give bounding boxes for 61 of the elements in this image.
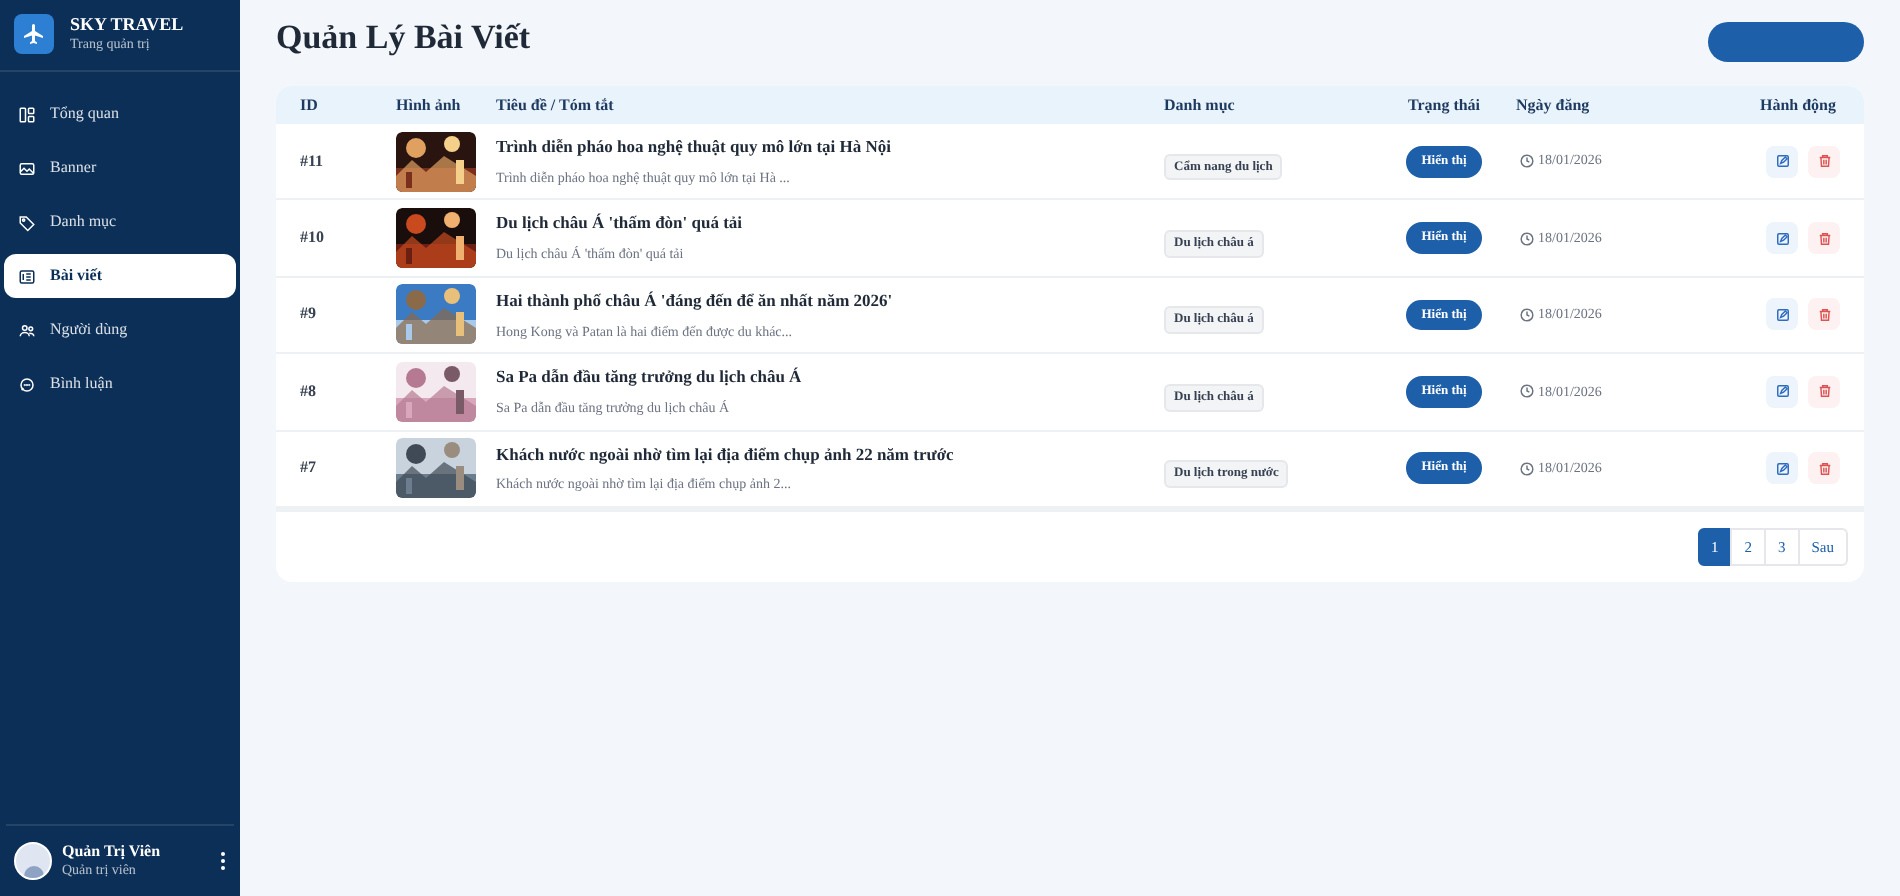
- article-icon: [18, 267, 36, 285]
- sidebar-item[interactable]: Banner: [4, 146, 236, 190]
- edit-button[interactable]: [1766, 145, 1798, 178]
- page-title: Quản Lý Bài Viết: [276, 16, 531, 61]
- sidebar-item[interactable]: Bài viết: [4, 254, 236, 298]
- sidebar-item[interactable]: Danh mục: [4, 200, 236, 244]
- image-icon: [18, 159, 36, 177]
- delete-button[interactable]: [1808, 222, 1840, 255]
- edit-button[interactable]: [1766, 222, 1798, 255]
- post-id: #10: [300, 226, 326, 251]
- post-title: Sa Pa dẫn đầu tăng trưởng du lịch châu Á: [496, 364, 804, 390]
- column-header: Tiêu đề / Tóm tắt: [496, 93, 616, 117]
- clock-icon: [1520, 154, 1534, 169]
- brand-name: SKY TRAVEL: [70, 14, 184, 37]
- edit-icon: [1775, 384, 1789, 399]
- edit-button[interactable]: [1766, 452, 1798, 485]
- more-icon[interactable]: [220, 852, 226, 870]
- dashboard-icon: [18, 105, 36, 123]
- edit-icon: [1775, 461, 1789, 476]
- edit-button[interactable]: [1766, 375, 1798, 408]
- clock-icon: [1520, 384, 1534, 399]
- column-header: Hành động: [1759, 93, 1838, 117]
- post-title: Khách nước ngoài nhờ tìm lại địa điểm chụp ảnh 22 năm trước: [496, 441, 956, 467]
- add-button[interactable]: [1708, 21, 1864, 61]
- trash-icon: [1817, 384, 1831, 399]
- sidebar-item[interactable]: Bình luận: [4, 362, 236, 406]
- user-name: Quản Trị Viên: [62, 842, 163, 863]
- edit-button[interactable]: [1766, 298, 1798, 331]
- users-icon: [18, 321, 36, 339]
- post-id: #9: [300, 302, 318, 327]
- delete-button[interactable]: [1808, 145, 1840, 178]
- column-header: Trạng thái: [1407, 93, 1481, 117]
- post-id: #8: [300, 379, 318, 404]
- column-header: Danh mục: [1164, 93, 1237, 117]
- logo-icon: [14, 14, 54, 54]
- trash-icon: [1817, 154, 1831, 169]
- trash-icon: [1817, 231, 1831, 246]
- chat-icon: [18, 375, 36, 393]
- delete-button[interactable]: [1808, 298, 1840, 331]
- delete-button[interactable]: [1808, 452, 1840, 485]
- post-id: #11: [300, 149, 326, 174]
- trash-icon: [1817, 461, 1831, 476]
- avatar: [14, 842, 52, 880]
- sidebar-item[interactable]: Người dùng: [4, 308, 236, 352]
- post-title: Du lịch châu Á 'thấm đòn' quá tải: [496, 210, 745, 237]
- column-header: Hình ảnh: [396, 93, 463, 117]
- edit-icon: [1775, 154, 1789, 169]
- column-header: Ngày đăng: [1516, 93, 1592, 117]
- post-title: Trình diễn pháo hoa nghệ thuật quy mô lớn tại Hà Nội: [496, 134, 894, 160]
- sidebar-item[interactable]: Tổng quan: [4, 92, 236, 136]
- clock-icon: [1520, 231, 1534, 246]
- post-title: Hai thành phố châu Á 'đáng đến để ăn nhất năm 2026': [496, 287, 895, 314]
- clock-icon: [1520, 461, 1534, 476]
- post-id: #7: [300, 456, 318, 481]
- trash-icon: [1817, 307, 1831, 322]
- edit-icon: [1775, 231, 1789, 246]
- tag-icon: [18, 213, 36, 231]
- edit-icon: [1775, 307, 1789, 322]
- delete-button[interactable]: [1808, 375, 1840, 408]
- clock-icon: [1520, 307, 1534, 322]
- column-header: ID: [300, 93, 320, 117]
